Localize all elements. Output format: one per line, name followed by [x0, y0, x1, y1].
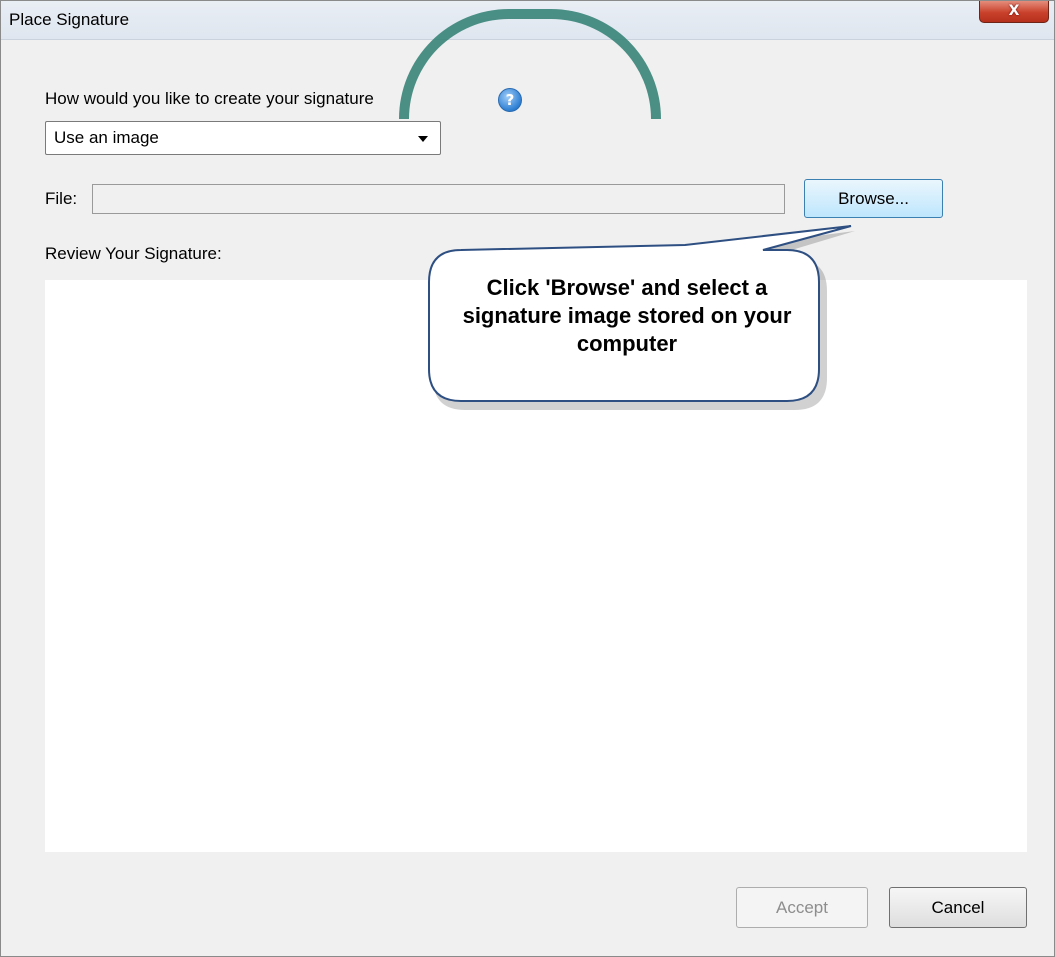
callout-bubble [428, 225, 855, 410]
place-signature-dialog: Place Signature X How would you like to … [0, 0, 1055, 957]
accept-button[interactable]: Accept [736, 887, 868, 928]
callout-text: Click 'Browse' and select a signature im… [462, 275, 792, 356]
cancel-button[interactable]: Cancel [889, 887, 1027, 928]
